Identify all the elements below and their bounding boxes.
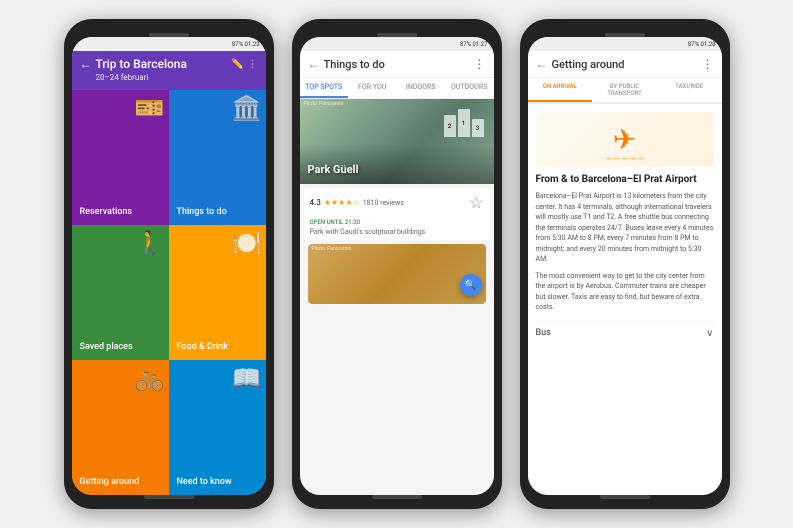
phone-1-screen: 87% 01:23 ← Trip to Barcelona ✏️ ⋮ 20–24… [72, 37, 266, 495]
grid-item-reservations[interactable]: 🎫 Reservations [72, 90, 169, 225]
plane-illustration: ✈ [536, 112, 714, 167]
phone-3-screen: 87% 01:28 ← Getting around ⋮ ON ARRIVAL … [528, 37, 722, 495]
plane-icon: ✈ [613, 123, 636, 156]
tab-taxi[interactable]: TAXI/RIDE [657, 78, 722, 102]
things-header: ← Things to do ⋮ [300, 51, 494, 78]
tab-indoors[interactable]: INDOORS [397, 78, 446, 98]
airport-title: From & to Barcelona–El Prat Airport [536, 173, 714, 186]
rating-number: 4.3 [310, 198, 321, 207]
phone-1: 87% 01:23 ← Trip to Barcelona ✏️ ⋮ 20–24… [64, 19, 274, 509]
trip-title: Trip to Barcelona [96, 57, 228, 71]
things-tab-bar: TOP SPOTS FOR YOU INDOORS OUTDOORS [300, 78, 494, 99]
bookmark-icon[interactable]: ☆ [469, 193, 483, 212]
dash-4 [630, 158, 636, 159]
more-icon[interactable]: ⋮ [248, 59, 258, 70]
tab-public-transport[interactable]: BY PUBLIC TRANSPORT [592, 78, 657, 102]
getting-content: ✈ From & to Barcelona–El Prat Airport Ba… [528, 104, 722, 495]
status-text-1: 87% 01:23 [232, 41, 260, 48]
reservations-label: Reservations [80, 207, 133, 217]
grid-item-food-drink[interactable]: 🍽️ Food & Drink [169, 225, 266, 360]
tab-top-spots[interactable]: TOP SPOTS [300, 78, 349, 98]
dash-3 [622, 158, 628, 159]
open-status: OPEN UNTIL 21:30 [304, 217, 490, 228]
things-label: Things to do [177, 207, 227, 217]
things-scroll-inner: 2 1 3 Photo: Panoramio Park Güell 4.3 ★★… [300, 99, 494, 308]
back-arrow-icon[interactable]: ← [80, 57, 92, 71]
airport-body-1: Barcelona–El Prat Airport is 13 kilomete… [536, 191, 714, 265]
review-count: 1810 reviews [363, 199, 404, 207]
place-rating-row: 4.3 ★★★★☆ 1810 reviews ☆ [304, 188, 490, 217]
phone-2-screen: 87% 01:27 ← Things to do ⋮ TOP SPOTS FOR… [300, 37, 494, 495]
tab-on-arrival[interactable]: ON ARRIVAL [528, 78, 593, 102]
grid-item-getting-around[interactable]: 🚲 Getting around [72, 360, 169, 495]
saved-icon: 🚶 [135, 229, 165, 257]
podium-3: 3 [472, 119, 484, 137]
status-bar-3: 87% 01:28 [528, 37, 722, 51]
bus-label: Bus [536, 328, 551, 338]
place-type: Park with Gaudí's sculptural buildings [304, 228, 490, 240]
park-guell-label: Park Güell [308, 163, 359, 176]
trip-header-top: ← Trip to Barcelona ✏️ ⋮ [80, 57, 258, 71]
grid-item-things-to-do[interactable]: 🏛️ Things to do [169, 90, 266, 225]
park-guell-hero[interactable]: 2 1 3 Photo: Panoramio Park Güell [300, 99, 494, 184]
second-image-container[interactable]: Photo: Panoramio 🔍 [304, 244, 490, 304]
more-2-icon[interactable]: ⋮ [474, 57, 486, 71]
transport-tab-bar: ON ARRIVAL BY PUBLIC TRANSPORT TAXI/RIDE [528, 78, 722, 104]
trip-date: 20–24 februari [80, 73, 258, 82]
dash-2 [614, 158, 620, 159]
grid-item-saved-places[interactable]: 🚶 Saved places [72, 225, 169, 360]
podium-1: 1 [458, 109, 470, 137]
aerobus-link[interactable]: Aerobus [585, 282, 611, 290]
need-label: Need to know [177, 477, 232, 487]
back-arrow-3-icon[interactable]: ← [536, 57, 548, 71]
things-icon: 🏛️ [232, 94, 262, 122]
getting-icon: 🚲 [135, 364, 165, 392]
trip-header: ← Trip to Barcelona ✏️ ⋮ 20–24 februari [72, 51, 266, 90]
phone-3: 87% 01:28 ← Getting around ⋮ ON ARRIVAL … [520, 19, 730, 509]
status-bar-2: 87% 01:27 [300, 37, 494, 51]
airport-body-2: The most convenient way to get to the ci… [536, 271, 714, 313]
dash-5 [638, 158, 644, 159]
edit-icon[interactable]: ✏️ [231, 59, 243, 70]
photo-credit-1: Photo: Panoramio [304, 101, 344, 107]
bus-row[interactable]: Bus ∨ [536, 321, 714, 339]
getting-label: Getting around [80, 477, 140, 487]
stars-icon: ★★★★☆ [324, 198, 360, 207]
chevron-down-icon[interactable]: ∨ [706, 328, 713, 339]
dash-1 [606, 158, 612, 159]
tab-outdoors[interactable]: OUTDOORS [445, 78, 494, 98]
tab-for-you[interactable]: FOR YOU [348, 78, 397, 98]
park-guell-card[interactable]: 4.3 ★★★★☆ 1810 reviews ☆ OPEN UNTIL 21:3… [304, 188, 490, 240]
more-3-icon[interactable]: ⋮ [702, 57, 714, 71]
podium-2: 2 [444, 115, 456, 137]
search-fab[interactable]: 🔍 [460, 274, 482, 296]
food-label: Food & Drink [177, 342, 228, 352]
things-scroll: 2 1 3 Photo: Panoramio Park Güell 4.3 ★★… [300, 99, 494, 495]
food-icon: 🍽️ [232, 229, 262, 257]
back-arrow-2-icon[interactable]: ← [308, 57, 320, 71]
trip-grid: 🎫 Reservations 🏛️ Things to do 🚶 Saved p… [72, 90, 266, 495]
podium-illustration: 2 1 3 [444, 109, 484, 137]
need-icon: 📖 [232, 364, 262, 392]
reservations-icon: 🎫 [135, 94, 165, 122]
grid-item-need-to-know[interactable]: 📖 Need to know [169, 360, 266, 495]
getting-title: Getting around [552, 58, 698, 71]
second-hero-image: Photo: Panoramio [308, 244, 486, 304]
status-text-3: 87% 01:28 [688, 41, 716, 48]
getting-header: ← Getting around ⋮ [528, 51, 722, 78]
status-text-2: 87% 01:27 [460, 41, 488, 48]
plane-dashes [536, 158, 714, 159]
status-bar-1: 87% 01:23 [72, 37, 266, 51]
saved-label: Saved places [80, 342, 133, 352]
phone-2: 87% 01:27 ← Things to do ⋮ TOP SPOTS FOR… [292, 19, 502, 509]
photo-credit-2: Photo: Panoramio [312, 246, 352, 252]
things-title: Things to do [324, 58, 470, 71]
